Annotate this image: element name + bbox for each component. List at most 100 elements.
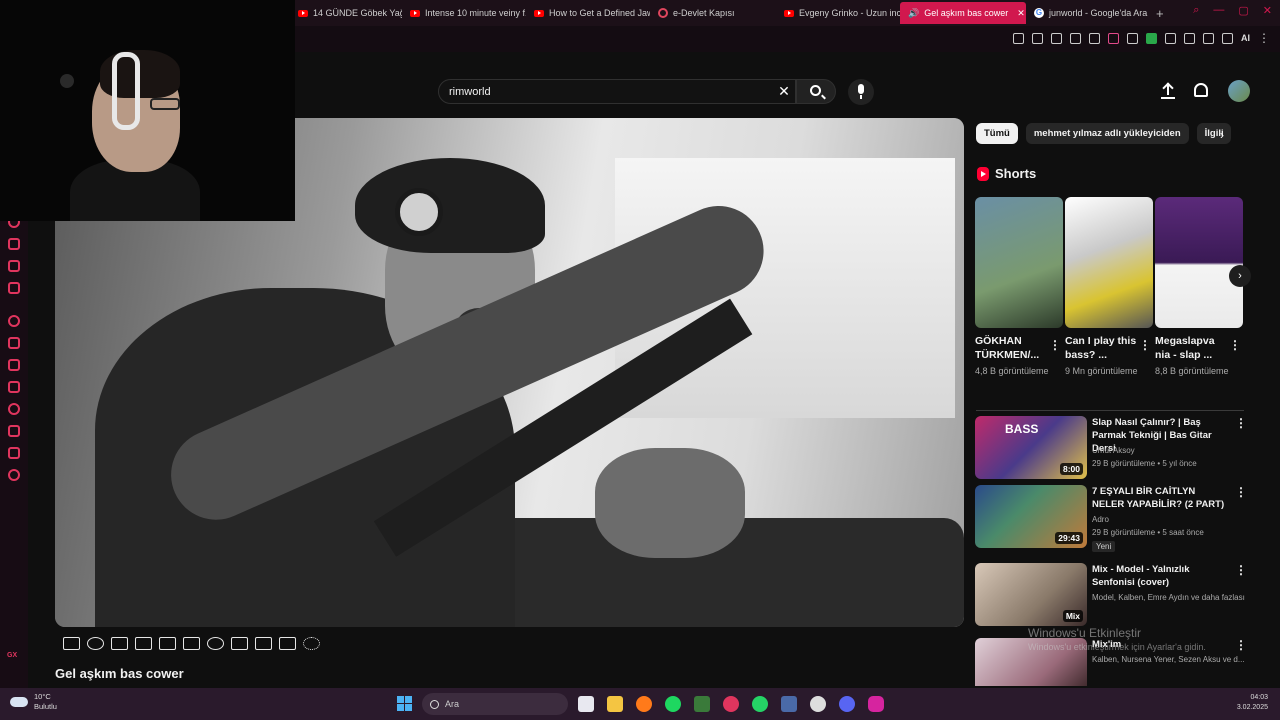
- file-explorer-icon[interactable]: [607, 696, 623, 712]
- short-thumbnail[interactable]: [1155, 197, 1243, 328]
- chevron-right-icon[interactable]: ›: [1220, 128, 1224, 142]
- loop-icon[interactable]: [63, 636, 80, 650]
- more-icon[interactable]: ⋮: [1235, 416, 1247, 430]
- game-launcher-icon[interactable]: [781, 696, 797, 712]
- settings-icon[interactable]: [8, 469, 20, 481]
- search-tabs-icon[interactable]: ⌕: [1193, 4, 1199, 17]
- short-title[interactable]: Can I play this bass? ...: [1065, 334, 1141, 362]
- more-icon[interactable]: ⋮: [1229, 338, 1241, 352]
- channel-name[interactable]: Model, Kalben, Emre Aydın ve daha fazlas…: [1092, 593, 1245, 602]
- more-icon[interactable]: ⋮: [1235, 563, 1247, 577]
- tab-edevlet[interactable]: e-Devlet Kapısı: [650, 2, 776, 24]
- short-card[interactable]: Megaslapva nia - slap ... 8,8 B görüntül…: [1155, 197, 1243, 392]
- tab-jaw[interactable]: How to Get a Defined Jaw...: [526, 2, 650, 24]
- short-thumbnail[interactable]: [975, 197, 1063, 328]
- menu-icon[interactable]: ⋮: [1258, 31, 1270, 45]
- speed-icon[interactable]: [207, 636, 224, 650]
- taskbar-search[interactable]: Ara: [422, 693, 568, 715]
- short-card[interactable]: Can I play this bass? ... 9 Mn görüntüle…: [1065, 197, 1153, 392]
- tabs-icon[interactable]: [8, 359, 20, 371]
- weather-widget[interactable]: 10°C Bulutlu: [10, 692, 57, 712]
- recommendation-item[interactable]: 29:43 7 EŞYALI BİR CAİTLYN NELER YAPABİL…: [975, 485, 1247, 557]
- volume-icon[interactable]: [1108, 32, 1119, 44]
- video-thumbnail[interactable]: BASS 8:00: [975, 416, 1087, 479]
- short-card[interactable]: GÖKHAN TÜRKMEN/... 4,8 B görüntüleme ⋮: [975, 197, 1063, 392]
- capture-icon[interactable]: [1032, 32, 1043, 44]
- notifications-icon[interactable]: [1194, 83, 1208, 97]
- chip-all[interactable]: Tümü: [976, 123, 1018, 144]
- bookmark-icon[interactable]: [8, 381, 20, 393]
- recommendation-item[interactable]: BASS 8:00 Slap Nasıl Çalınır? | Baş Parm…: [975, 416, 1247, 488]
- minimize-icon[interactable]: —: [1213, 4, 1224, 17]
- vpn-icon[interactable]: [1165, 32, 1176, 44]
- profile-extension-icon[interactable]: [1203, 32, 1214, 44]
- short-title[interactable]: Megaslapva nia - slap ...: [1155, 334, 1231, 362]
- download-icon[interactable]: [1222, 32, 1233, 44]
- clip-icon[interactable]: [135, 636, 152, 650]
- grammar-extension-icon[interactable]: [1146, 32, 1157, 44]
- settings-icon[interactable]: [303, 636, 320, 650]
- video-thumbnail[interactable]: Mix: [975, 563, 1087, 626]
- chip-uploader[interactable]: mehmet yılmaz adlı yükleyiciden: [1025, 123, 1189, 144]
- chevron-right-icon[interactable]: ›: [1229, 265, 1251, 287]
- miniplayer-icon[interactable]: [183, 636, 200, 650]
- discord-icon[interactable]: [839, 696, 855, 712]
- channel-name[interactable]: Kalben, Nursena Yener, Sezen Aksu ve d..…: [1092, 655, 1245, 664]
- short-title[interactable]: GÖKHAN TÜRKMEN/...: [975, 334, 1051, 362]
- gx-corner-icon[interactable]: [8, 315, 20, 327]
- search-input[interactable]: rimworld: [438, 79, 796, 104]
- upload-icon[interactable]: [1160, 83, 1176, 99]
- subtitles-icon[interactable]: [279, 636, 296, 650]
- chip-related[interactable]: İlgili: [1196, 123, 1231, 144]
- more-icon[interactable]: ⋮: [1235, 638, 1245, 652]
- discord-icon[interactable]: [8, 282, 20, 294]
- voice-search-button[interactable]: [848, 79, 874, 105]
- history-icon[interactable]: [8, 403, 20, 415]
- video-title[interactable]: Mix - Model - Yalnızlık Senfonisi (cover…: [1092, 563, 1230, 589]
- spotify-icon[interactable]: [665, 696, 681, 712]
- more-icon[interactable]: ⋮: [1049, 338, 1061, 352]
- heart-icon[interactable]: [1089, 32, 1100, 44]
- puzzle-icon[interactable]: [1184, 32, 1195, 44]
- play-icon[interactable]: [1070, 32, 1081, 44]
- screen-record-icon[interactable]: [111, 636, 128, 650]
- shield-icon[interactable]: [1051, 32, 1062, 44]
- tab-gobek[interactable]: 14 GÜNDE Göbek Yağını...: [290, 2, 402, 24]
- extensions-icon[interactable]: [8, 447, 20, 459]
- search-button[interactable]: [796, 79, 836, 104]
- video-title[interactable]: 7 EŞYALI BİR CAİTLYN NELER YAPABİLİR? (2…: [1092, 485, 1230, 511]
- video-thumbnail[interactable]: 29:43: [975, 485, 1087, 548]
- rimworld-icon[interactable]: [694, 696, 710, 712]
- more-icon[interactable]: ⋮: [1235, 485, 1247, 499]
- opera-gx-icon[interactable]: [723, 696, 739, 712]
- task-view-icon[interactable]: [578, 696, 594, 712]
- tab-veiny[interactable]: Intense 10 minute veiny f...: [402, 2, 526, 24]
- downloads-icon[interactable]: [8, 425, 20, 437]
- clear-search-icon[interactable]: ✕: [776, 83, 792, 99]
- tab-gel-askim[interactable]: 🔊 Gel aşkım bas cower ✕: [900, 2, 1026, 24]
- screenshot-icon[interactable]: [255, 636, 272, 650]
- whatsapp-icon[interactable]: [752, 696, 768, 712]
- system-clock[interactable]: 04:03 3.02.2025: [1208, 693, 1268, 713]
- maximize-icon[interactable]: ▢: [1238, 4, 1248, 17]
- broadcast-icon[interactable]: [87, 636, 104, 650]
- tiktok-icon[interactable]: [8, 238, 20, 250]
- theater-icon[interactable]: [159, 636, 176, 650]
- channel-name[interactable]: Umut Aksoy: [1092, 446, 1135, 455]
- pin-icon[interactable]: [1013, 32, 1024, 44]
- avatar[interactable]: [1228, 80, 1250, 102]
- close-window-icon[interactable]: ✕: [1263, 4, 1272, 17]
- ai-button[interactable]: AI: [1241, 33, 1250, 43]
- translate-icon[interactable]: [1127, 32, 1138, 44]
- recommendation-item[interactable]: Mix Mix - Model - Yalnızlık Senfonisi (c…: [975, 563, 1247, 635]
- instagram-icon[interactable]: [868, 696, 884, 712]
- tab-grinko[interactable]: Evgeny Grinko - Uzun inc...: [776, 2, 900, 24]
- steam-icon[interactable]: [810, 696, 826, 712]
- more-icon[interactable]: ⋮: [1139, 338, 1151, 352]
- tab-junworld[interactable]: Gjunworld - Google'da Ara: [1026, 2, 1150, 24]
- short-thumbnail[interactable]: [1065, 197, 1153, 328]
- x-twitter-icon[interactable]: [8, 260, 20, 272]
- close-tab-icon[interactable]: ✕: [1017, 8, 1025, 19]
- soundcloud-icon[interactable]: [636, 696, 652, 712]
- player-icon[interactable]: [8, 337, 20, 349]
